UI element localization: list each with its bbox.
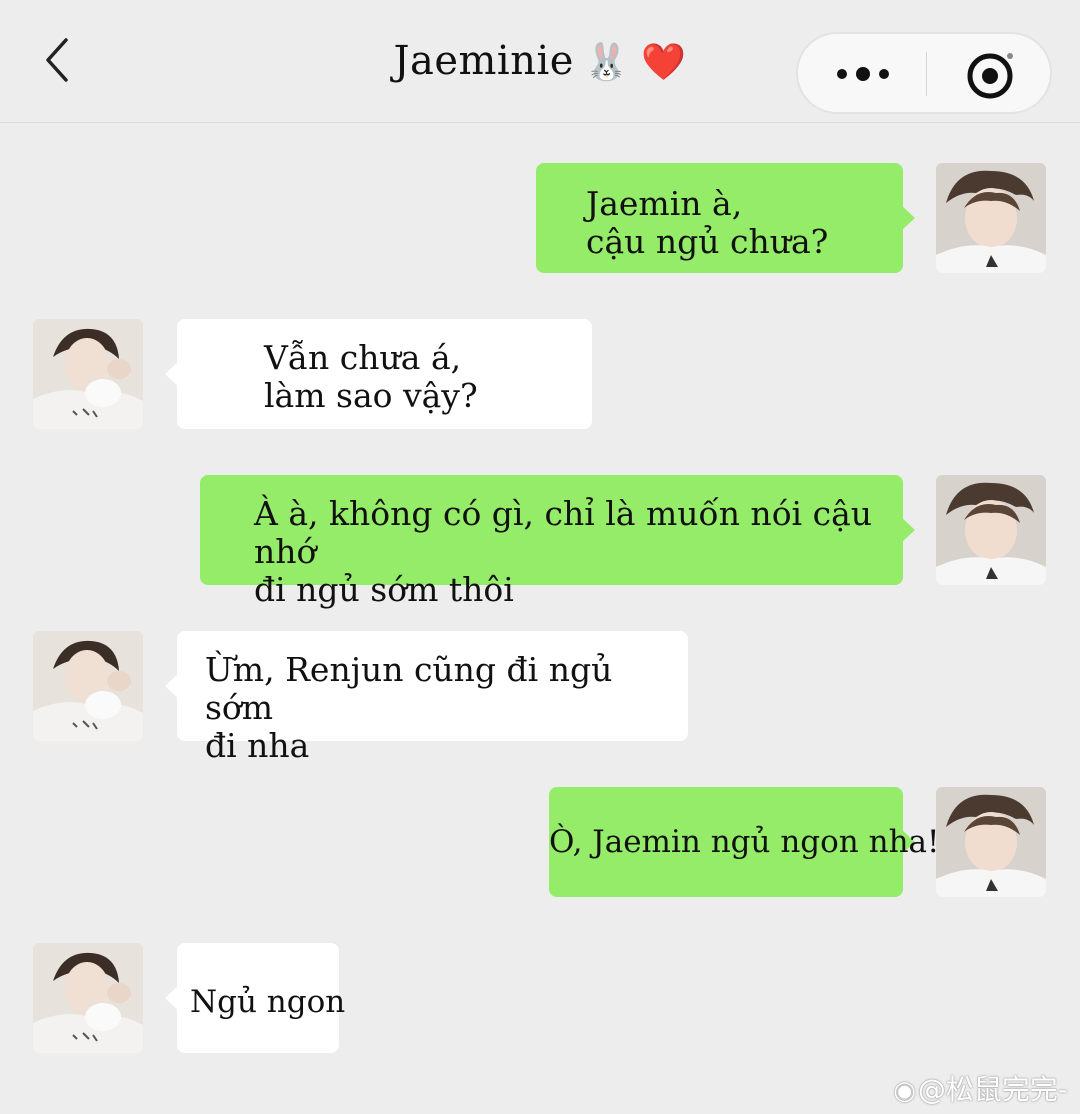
watermark-text: @松鼠完完- xyxy=(917,1073,1068,1106)
title-emojis: 🐰 ❤️ xyxy=(583,42,687,83)
weibo-logo-icon: ◉ xyxy=(893,1076,916,1106)
my-avatar[interactable] xyxy=(936,475,1046,585)
sent-message-bubble[interactable]: Ò, Jaemin ngủ ngon nha! xyxy=(549,787,939,897)
bubble-tail xyxy=(902,206,915,230)
capsule-divider xyxy=(926,52,927,96)
contact-avatar[interactable] xyxy=(33,943,143,1053)
bubble-tail xyxy=(902,518,915,542)
sent-message-bubble[interactable]: À à, không có gì, chỉ là muốn nói cậu nh… xyxy=(200,475,903,609)
sent-message-bubble[interactable]: Jaemin à, cậu ngủ chưa? xyxy=(536,163,903,273)
my-avatar[interactable] xyxy=(936,163,1046,273)
menu-capsule xyxy=(796,32,1052,114)
record-target-icon[interactable] xyxy=(964,50,1016,102)
received-message-bubble[interactable]: Ừm, Renjun cũng đi ngủ sớm đi nha xyxy=(177,631,688,765)
more-dots-icon[interactable] xyxy=(828,56,898,92)
contact-avatar[interactable] xyxy=(33,319,143,429)
received-message-bubble[interactable]: Ngủ ngon xyxy=(177,943,345,1053)
contact-avatar[interactable] xyxy=(33,631,143,741)
contact-name: Jaeminie xyxy=(393,38,574,84)
weibo-watermark: ◉@松鼠完完- xyxy=(893,1068,1068,1108)
chat-header: Jaeminie 🐰 ❤️ xyxy=(0,0,1080,123)
received-message-bubble[interactable]: Vẫn chưa á, làm sao vậy? xyxy=(177,319,592,429)
my-avatar[interactable] xyxy=(936,787,1046,897)
